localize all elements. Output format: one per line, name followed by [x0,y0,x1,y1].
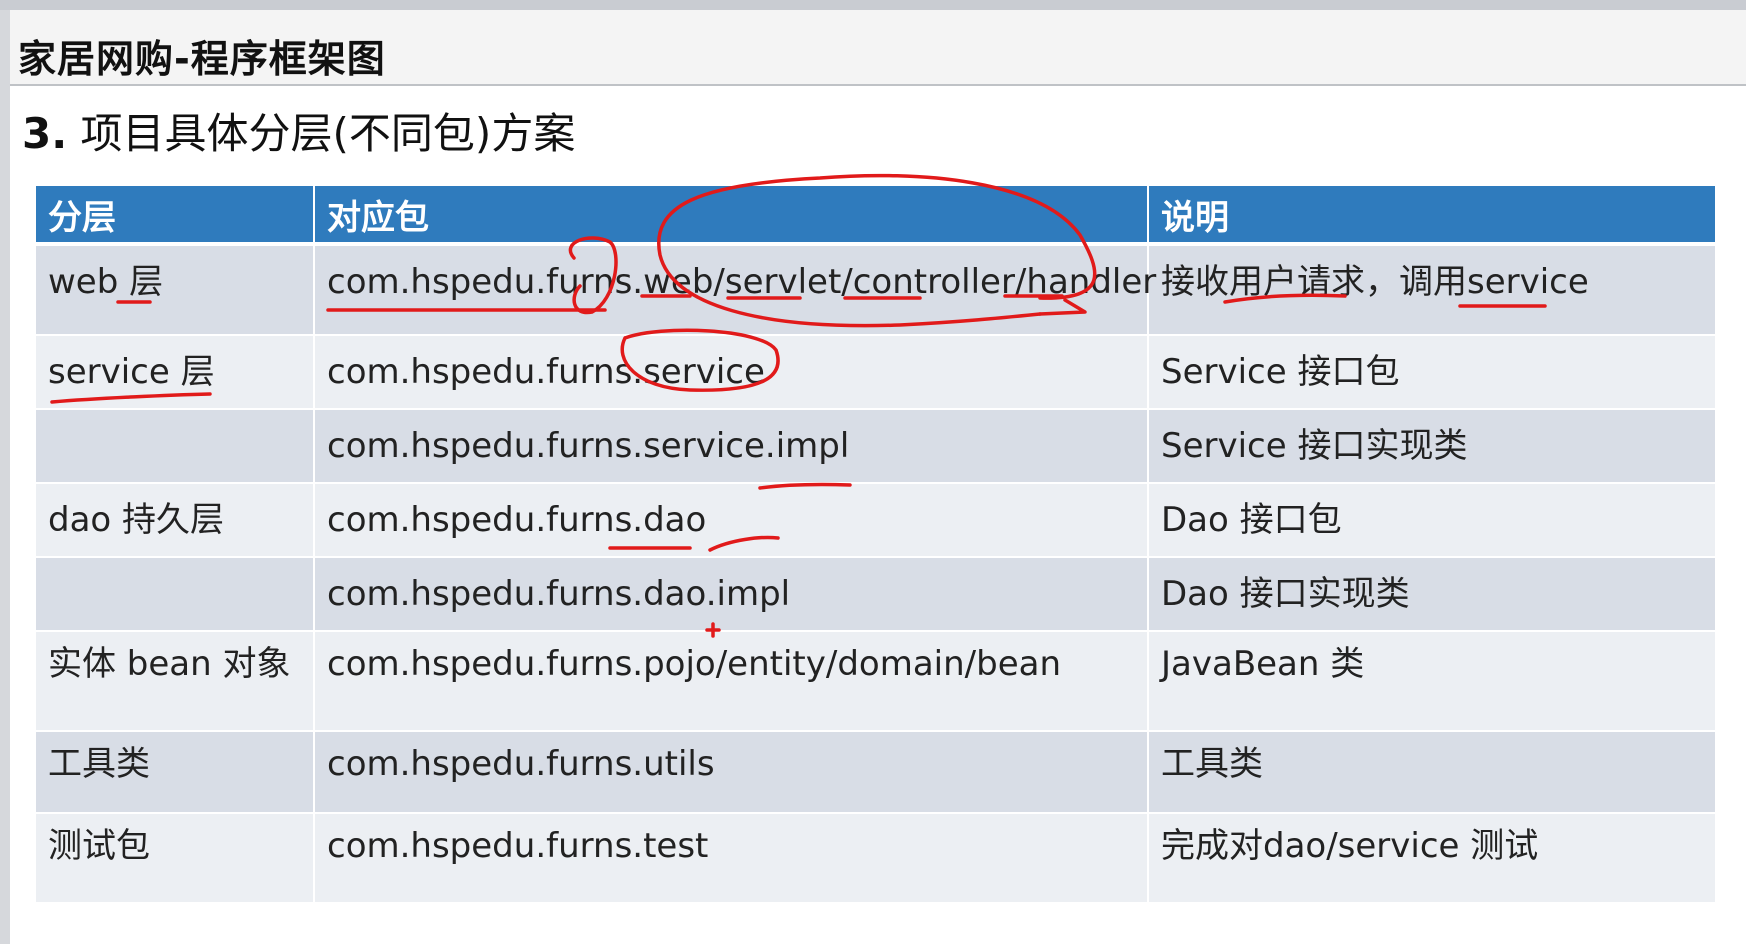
layer-cell: 工具类 [36,731,315,814]
package-cell: com.hspedu.furns.utils [314,731,1149,814]
package-cell: com.hspedu.furns.test [314,813,1149,904]
table-row: 实体 bean 对象 com.hspedu.furns.pojo/entity/… [36,631,1717,732]
table-row: dao 持久层 com.hspedu.furns.dao Dao 接口包 [36,483,1717,558]
section-heading-text: 项目具体分层(不同包)方案 [80,109,576,158]
table-header-row: 分层 对应包 说明 [36,186,1717,246]
window-left-strip [0,10,10,944]
layer-cell: 测试包 [36,813,315,904]
layer-cell [36,409,315,484]
slide-title-bar: 家居网购-程序框架图 [10,10,1746,86]
table-row: 工具类 com.hspedu.furns.utils 工具类 [36,731,1717,814]
package-cell: com.hspedu.furns.dao.impl [314,557,1149,632]
package-cell: com.hspedu.furns.pojo/entity/domain/bean [314,631,1149,732]
layer-cell: dao 持久层 [36,483,315,558]
table-row: web 层 com.hspedu.furns.web/servlet/contr… [36,244,1717,336]
slide-title: 家居网购-程序框架图 [18,37,386,81]
description-cell: 完成对dao/service 测试 [1148,813,1717,904]
package-cell: com.hspedu.furns.service.impl [314,409,1149,484]
package-cell: com.hspedu.furns.web/servlet/controller/… [314,244,1156,336]
table-row: com.hspedu.furns.dao.impl Dao 接口实现类 [36,557,1717,632]
package-cell: com.hspedu.furns.dao [314,483,1149,558]
package-cell: com.hspedu.furns.service [314,335,1149,410]
description-cell: Service 接口实现类 [1148,409,1717,484]
table-row: 测试包 com.hspedu.furns.test 完成对dao/service… [36,813,1717,904]
description-cell: Dao 接口包 [1148,483,1717,558]
description-cell: Service 接口包 [1148,335,1717,410]
table-row: com.hspedu.furns.service.impl Service 接口… [36,409,1717,484]
description-cell: 接收用户请求，调用service [1148,244,1717,336]
column-header-description: 说明 [1148,186,1717,246]
layer-cell: web 层 [36,244,315,336]
window-top-strip [0,0,1746,10]
description-cell: JavaBean 类 [1148,631,1717,732]
column-header-layer: 分层 [36,186,315,246]
section-heading: 3. 项目具体分层(不同包)方案 [22,100,575,161]
description-cell: Dao 接口实现类 [1148,557,1717,632]
layer-cell [36,557,315,632]
layer-cell: 实体 bean 对象 [36,631,315,732]
layer-cell: service 层 [36,335,315,410]
section-number: 3. [22,109,68,158]
table-row: service 层 com.hspedu.furns.service Servi… [36,335,1717,410]
layer-table: 分层 对应包 说明 web 层 com.hspedu.furns.web/ser… [36,186,1717,904]
description-cell: 工具类 [1148,731,1717,814]
column-header-package: 对应包 [314,186,1149,246]
